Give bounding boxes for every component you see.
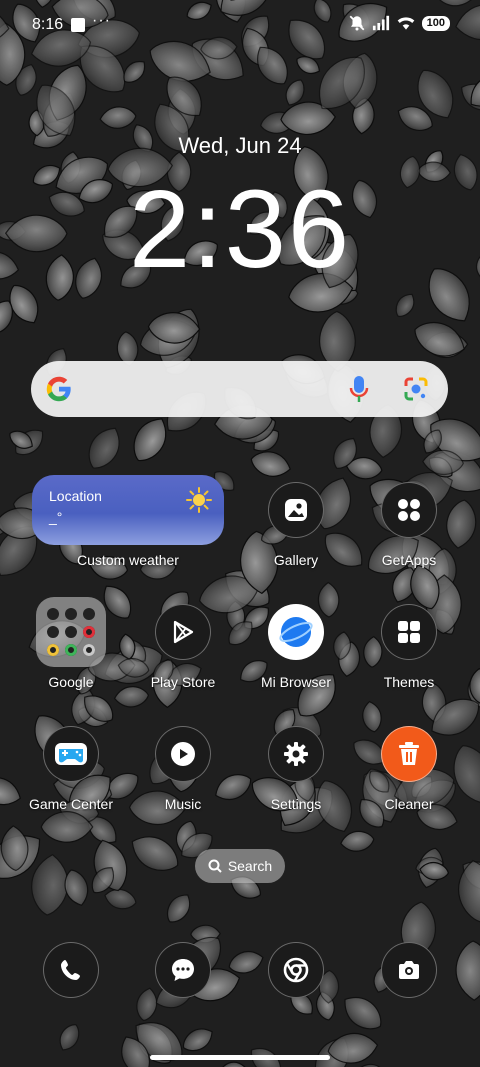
game-center-app-icon[interactable] [43, 726, 99, 782]
folder-app-youtube-icon [65, 626, 77, 638]
app-search-label: Search [227, 858, 273, 874]
gesture-navigation-handle[interactable] [150, 1055, 330, 1060]
themes-label[interactable]: Themes [349, 674, 469, 690]
more-notifications-icon: ··· [92, 12, 111, 29]
google-folder[interactable] [36, 597, 106, 667]
music-label[interactable]: Music [123, 796, 243, 812]
app-search-button[interactable]: Search [195, 849, 285, 883]
chrome-icon [283, 957, 309, 983]
message-bubble-icon [172, 959, 194, 981]
weather-widget[interactable]: Location _° [32, 475, 224, 545]
settings-app-icon[interactable] [268, 726, 324, 782]
chrome-app-icon[interactable] [268, 942, 324, 998]
google-folder-label[interactable]: Google [11, 674, 131, 690]
settings-label[interactable]: Settings [236, 796, 356, 812]
getapps-icon [398, 499, 420, 521]
folder-app-google-icon [47, 608, 59, 620]
battery-indicator: 100 [421, 15, 450, 31]
status-time: 8:16 [32, 16, 64, 33]
folder-app-meet-icon [65, 644, 77, 656]
getapps-label[interactable]: GetApps [349, 552, 469, 568]
voice-search-icon[interactable] [349, 375, 369, 403]
play-store-label[interactable]: Play Store [123, 674, 243, 690]
weather-location: Location [49, 488, 102, 504]
game-center-label[interactable]: Game Center [11, 796, 131, 812]
folder-app-photos-icon [47, 644, 59, 656]
folder-app-gmail-icon [65, 608, 77, 620]
google-lens-icon[interactable] [403, 376, 429, 402]
cleaner-app-icon[interactable] [381, 726, 437, 782]
gallery-icon [285, 499, 307, 521]
search-icon [208, 859, 222, 873]
gallery-app-icon[interactable] [268, 482, 324, 538]
phone-icon [61, 960, 80, 980]
weather-temperature: _° [49, 509, 63, 525]
camera-icon [399, 961, 419, 979]
gallery-label[interactable]: Gallery [236, 552, 356, 568]
play-store-icon [173, 620, 194, 644]
signal-icon [372, 15, 389, 31]
sunny-icon [186, 487, 212, 513]
folder-app-files-icon [83, 644, 95, 656]
themes-icon [398, 621, 420, 643]
play-store-app-icon[interactable] [155, 604, 211, 660]
music-app-icon[interactable] [155, 726, 211, 782]
gear-icon [284, 742, 308, 766]
google-search-bar[interactable] [31, 361, 448, 417]
mi-browser-app-icon[interactable] [268, 604, 324, 660]
messages-app-icon[interactable] [155, 942, 211, 998]
lockscreen-date: Wed, Jun 24 [178, 133, 302, 158]
cleaner-label[interactable]: Cleaner [349, 796, 469, 812]
camera-app-icon[interactable] [381, 942, 437, 998]
getapps-app-icon[interactable] [381, 482, 437, 538]
game-controller-icon [55, 743, 87, 765]
mi-browser-label[interactable]: Mi Browser [236, 674, 356, 690]
weather-widget-label[interactable]: Custom weather [68, 552, 188, 568]
folder-app-drive-icon [47, 626, 59, 638]
wifi-icon [397, 17, 414, 30]
google-logo-icon [46, 376, 71, 402]
trash-icon [399, 742, 419, 765]
music-play-icon [171, 742, 195, 766]
status-icons: 100 [348, 14, 450, 32]
mi-browser-icon [279, 617, 313, 647]
lockscreen-clock[interactable]: 2:36 [0, 160, 480, 300]
themes-app-icon[interactable] [381, 604, 437, 660]
folder-app-ytmusic-icon [83, 626, 95, 638]
folder-app-maps-icon [83, 608, 95, 620]
notification-icon [71, 18, 85, 32]
phone-app-icon[interactable] [43, 942, 99, 998]
mute-icon [349, 15, 365, 31]
